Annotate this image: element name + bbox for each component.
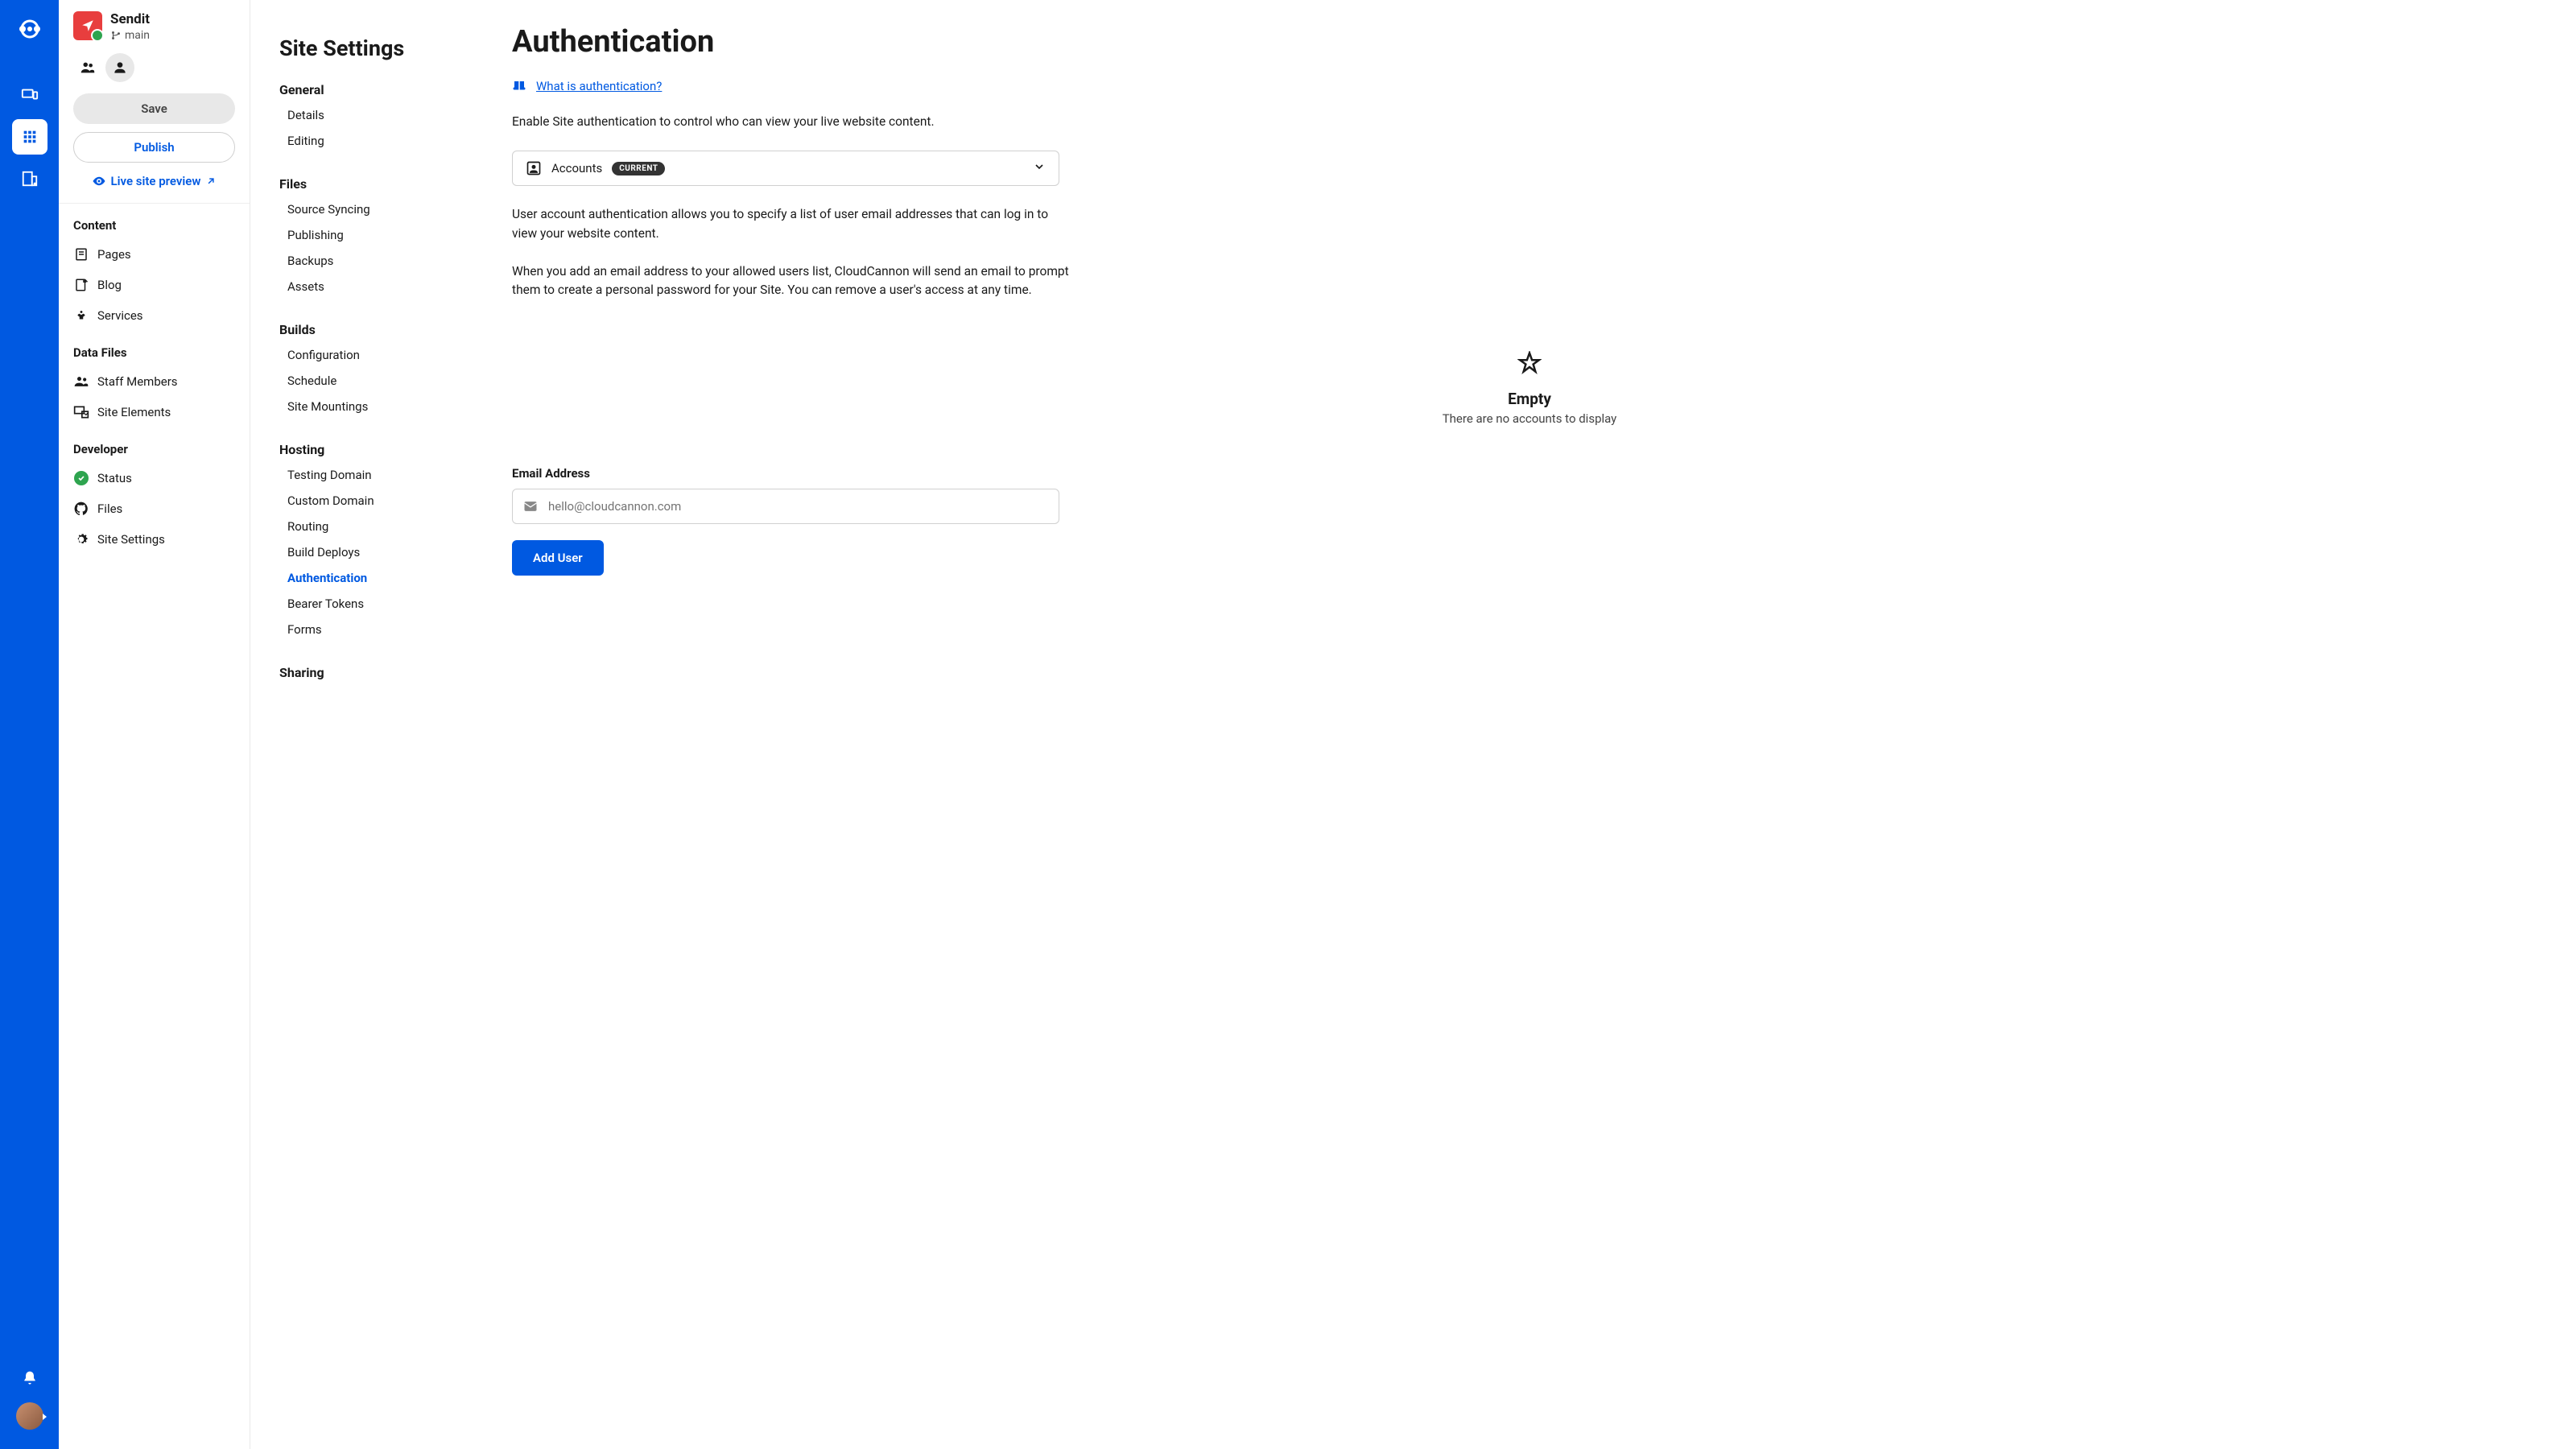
settings-publishing[interactable]: Publishing (279, 222, 454, 248)
rail-org-icon[interactable] (12, 161, 47, 196)
site-header: Sendit main (59, 11, 250, 53)
auth-type-selector[interactable]: Accounts CURRENT (512, 151, 1059, 186)
email-label: Email Address (512, 466, 2547, 481)
nav-content: Content Pages Blog Services (59, 204, 250, 331)
account-box-icon (526, 160, 542, 176)
cloudcannon-logo[interactable] (15, 14, 44, 43)
settings-assets[interactable]: Assets (279, 274, 454, 299)
star-icon (512, 351, 2547, 382)
email-input-wrap (512, 489, 1059, 524)
site-name: Sendit (110, 11, 150, 27)
settings-backups[interactable]: Backups (279, 248, 454, 274)
current-badge: CURRENT (612, 162, 665, 175)
settings-authentication[interactable]: Authentication (279, 565, 454, 591)
nav-blog[interactable]: Blog (73, 270, 235, 300)
settings-source-syncing[interactable]: Source Syncing (279, 196, 454, 222)
para1: User account authentication allows you t… (512, 205, 1075, 243)
gear-icon (73, 531, 89, 547)
settings-bearer-tokens[interactable]: Bearer Tokens (279, 591, 454, 617)
site-branch[interactable]: main (110, 29, 150, 42)
settings-title: Site Settings (279, 35, 454, 61)
team-toggle-icon[interactable] (73, 53, 102, 82)
github-icon (73, 501, 89, 517)
nav-developer: Developer Status Files Site Settings (59, 427, 250, 555)
app-rail (0, 0, 59, 1449)
book-icon (512, 79, 526, 93)
settings-testing-domain[interactable]: Testing Domain (279, 462, 454, 488)
avatar[interactable] (16, 1402, 43, 1430)
mail-icon (522, 498, 539, 514)
page-title: Authentication (512, 24, 2547, 60)
status-ok-icon (74, 471, 89, 485)
staff-icon (73, 374, 89, 390)
settings-build-deploys[interactable]: Build Deploys (279, 539, 454, 565)
add-user-button[interactable]: Add User (512, 540, 604, 576)
settings-forms[interactable]: Forms (279, 617, 454, 642)
settings-editing[interactable]: Editing (279, 128, 454, 154)
nav-services[interactable]: Services (73, 300, 235, 331)
settings-site-mountings[interactable]: Site Mountings (279, 394, 454, 419)
user-toggle (59, 53, 250, 93)
user-toggle-icon[interactable] (105, 53, 134, 82)
nav-staff-members[interactable]: Staff Members (73, 366, 235, 397)
bell-icon[interactable] (22, 1370, 38, 1389)
rail-apps-icon[interactable] (12, 119, 47, 155)
elements-icon (73, 404, 89, 420)
settings-schedule[interactable]: Schedule (279, 368, 454, 394)
main-content: Authentication What is authentication? E… (483, 0, 2576, 1449)
nav-files[interactable]: Files (73, 493, 235, 524)
nav-pages[interactable]: Pages (73, 239, 235, 270)
services-icon (73, 308, 89, 324)
blog-icon (73, 277, 89, 293)
site-logo[interactable] (73, 11, 102, 40)
nav-site-elements[interactable]: Site Elements (73, 397, 235, 427)
empty-state: Empty There are no accounts to display (512, 319, 2547, 466)
live-preview-link[interactable]: Live site preview (73, 174, 235, 188)
para2: When you add an email address to your al… (512, 262, 1075, 300)
nav-status[interactable]: Status (73, 463, 235, 493)
site-sidebar: Sendit main Save Publish Live site previ… (59, 0, 250, 1449)
email-input[interactable] (548, 499, 1049, 514)
rail-devices-icon[interactable] (12, 77, 47, 113)
settings-routing[interactable]: Routing (279, 514, 454, 539)
page-icon (73, 246, 89, 262)
save-button[interactable]: Save (73, 93, 235, 124)
settings-nav: Site Settings General Details Editing Fi… (250, 0, 483, 1449)
chevron-down-icon (1033, 160, 1046, 176)
intro-text: Enable Site authentication to control wh… (512, 113, 1075, 131)
nav-data-files: Data Files Staff Members Site Elements (59, 331, 250, 427)
publish-button[interactable]: Publish (73, 132, 235, 163)
help-link[interactable]: What is authentication? (512, 79, 2547, 93)
nav-site-settings[interactable]: Site Settings (73, 524, 235, 555)
settings-configuration[interactable]: Configuration (279, 342, 454, 368)
settings-details[interactable]: Details (279, 102, 454, 128)
settings-custom-domain[interactable]: Custom Domain (279, 488, 454, 514)
